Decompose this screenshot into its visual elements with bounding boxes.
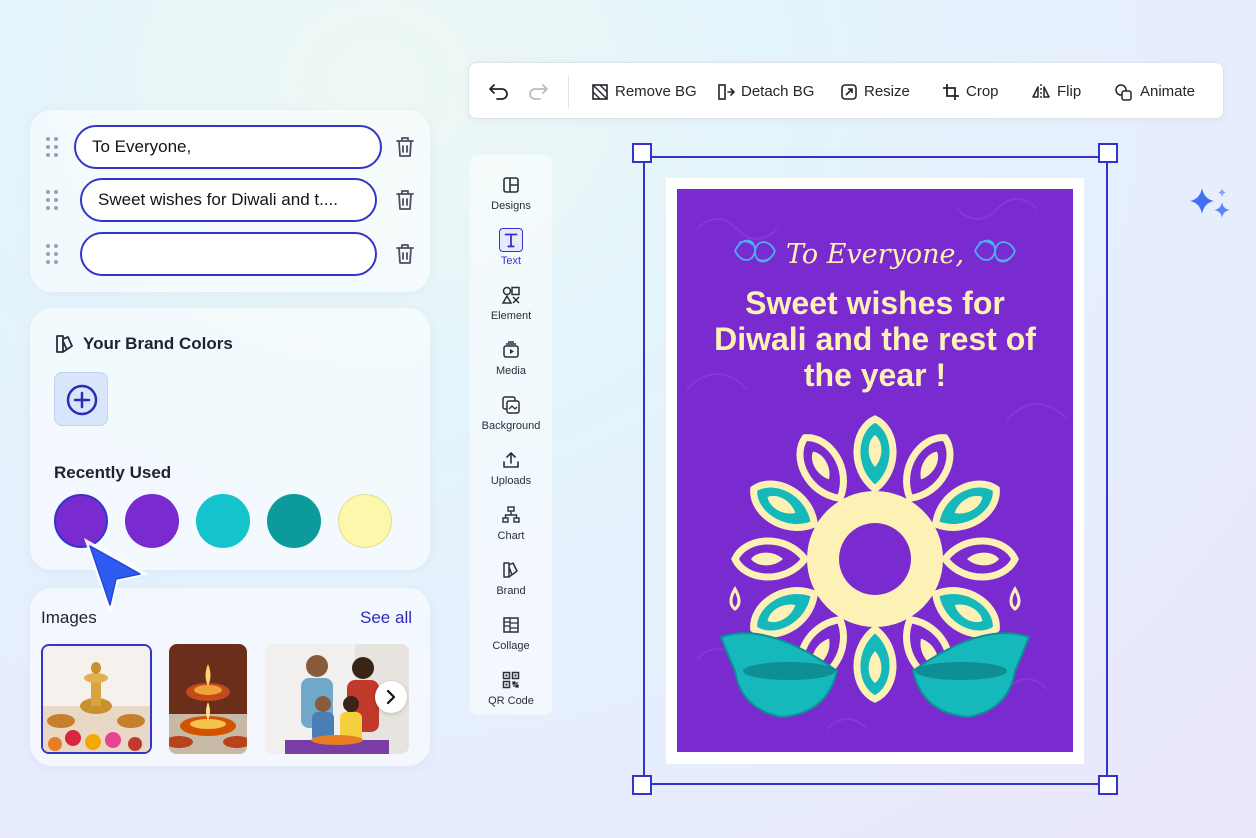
color-swatch[interactable] — [338, 494, 392, 548]
upload-icon — [503, 452, 519, 468]
remove-bg-label: Remove BG — [615, 83, 697, 100]
redo-icon[interactable] — [527, 81, 549, 101]
resize-handle[interactable] — [1098, 143, 1118, 163]
undo-icon[interactable] — [488, 81, 510, 101]
trash-icon[interactable] — [394, 135, 416, 159]
remove-bg-icon — [592, 83, 608, 100]
rail-item-designs[interactable]: Designs — [470, 163, 552, 215]
trash-icon[interactable] — [394, 242, 416, 266]
crop-icon — [943, 83, 959, 100]
brand-colors-title: Your Brand Colors — [83, 334, 233, 353]
next-arrow-button[interactable] — [375, 681, 407, 713]
rail-label: Brand — [496, 585, 526, 597]
rail-item-element[interactable]: Element — [470, 273, 552, 325]
image-thumbnail[interactable] — [41, 644, 152, 754]
rail-item-background[interactable]: Background — [470, 383, 552, 435]
rail-item-brand[interactable]: Brand — [470, 548, 552, 600]
text-fields-panel: To Everyone, Sweet wishes for Diwali and… — [30, 110, 430, 292]
rail-item-text[interactable]: Text — [470, 218, 552, 270]
flip-label: Flip — [1057, 83, 1082, 100]
resize-button[interactable]: Resize — [840, 63, 910, 120]
detach-bg-label: Detach BG — [741, 83, 815, 100]
ai-sparkle-icon — [1190, 188, 1230, 218]
crop-button[interactable]: Crop — [942, 63, 999, 120]
chevron-right-icon — [386, 689, 396, 705]
brand-palette-icon — [56, 335, 73, 353]
resize-handle[interactable] — [632, 143, 652, 163]
plus-circle-icon — [66, 384, 98, 416]
flip-icon — [1032, 83, 1050, 100]
resize-label: Resize — [864, 83, 910, 100]
collage-icon — [503, 617, 519, 633]
rail-label: QR Code — [488, 695, 534, 707]
text-field-input[interactable] — [80, 232, 377, 276]
rail-item-collage[interactable]: Collage — [470, 603, 552, 655]
trash-icon[interactable] — [394, 188, 416, 212]
qr-code-icon — [502, 671, 520, 689]
background-icon — [502, 396, 520, 414]
crop-label: Crop — [966, 83, 999, 100]
text-icon — [499, 228, 523, 252]
resize-handle[interactable] — [1098, 775, 1118, 795]
add-color-button[interactable] — [54, 372, 108, 426]
text-field-input[interactable]: To Everyone, — [74, 125, 382, 169]
selection-frame — [643, 156, 1108, 785]
drag-handle-icon[interactable] — [46, 244, 58, 264]
drag-handle-icon[interactable] — [46, 190, 58, 210]
rail-item-media[interactable]: Media — [470, 328, 552, 380]
flip-button[interactable]: Flip — [1031, 63, 1081, 120]
rail-label: Element — [490, 310, 532, 322]
toolbar-divider — [568, 75, 569, 109]
diwali-plates-image — [43, 646, 150, 752]
rail-label: Background — [481, 420, 541, 432]
diya-lamps-image — [169, 644, 247, 754]
resize-handle[interactable] — [632, 775, 652, 795]
color-swatch[interactable] — [267, 494, 321, 548]
text-field-row: To Everyone, — [30, 125, 430, 169]
resize-icon — [841, 83, 857, 100]
text-field-row — [30, 232, 430, 276]
rail-item-uploads[interactable]: Uploads — [470, 438, 552, 490]
detach-bg-icon — [718, 83, 735, 100]
rail-label: Media — [496, 365, 526, 377]
rail-label: Text — [500, 255, 522, 267]
image-thumbnail[interactable] — [169, 644, 247, 754]
image-thumbnail[interactable] — [265, 644, 409, 754]
see-all-link[interactable]: See all — [360, 608, 412, 628]
remove-bg-button[interactable]: Remove BG — [591, 63, 697, 120]
editor-toolbar: Remove BG Detach BG Resize Crop Flip Ani… — [468, 62, 1224, 119]
cursor-pointer-icon — [84, 538, 148, 614]
rail-label: Collage — [492, 640, 530, 652]
text-field-row: Sweet wishes for Diwali and t.... — [30, 178, 430, 222]
rail-label: Uploads — [490, 475, 532, 487]
rail-label: Designs — [491, 200, 531, 212]
color-swatch[interactable] — [196, 494, 250, 548]
animate-icon — [1115, 83, 1132, 101]
rail-item-chart[interactable]: Chart — [470, 493, 552, 545]
chart-icon — [502, 506, 520, 523]
rail-item-qr-code[interactable]: QR Code — [470, 658, 552, 710]
media-icon — [503, 341, 519, 358]
rail-label: Chart — [497, 530, 525, 542]
recently-used-title: Recently Used — [54, 463, 172, 482]
animate-button[interactable]: Animate — [1114, 63, 1195, 120]
shapes-icon — [501, 286, 520, 304]
drag-handle-icon[interactable] — [46, 137, 58, 157]
layout-icon — [503, 177, 519, 193]
detach-bg-button[interactable]: Detach BG — [717, 63, 814, 120]
tools-rail: Designs Text Element Media Background Up… — [470, 155, 552, 715]
brand-icon — [503, 562, 518, 578]
text-field-input[interactable]: Sweet wishes for Diwali and t.... — [80, 178, 377, 222]
animate-label: Animate — [1140, 83, 1196, 100]
